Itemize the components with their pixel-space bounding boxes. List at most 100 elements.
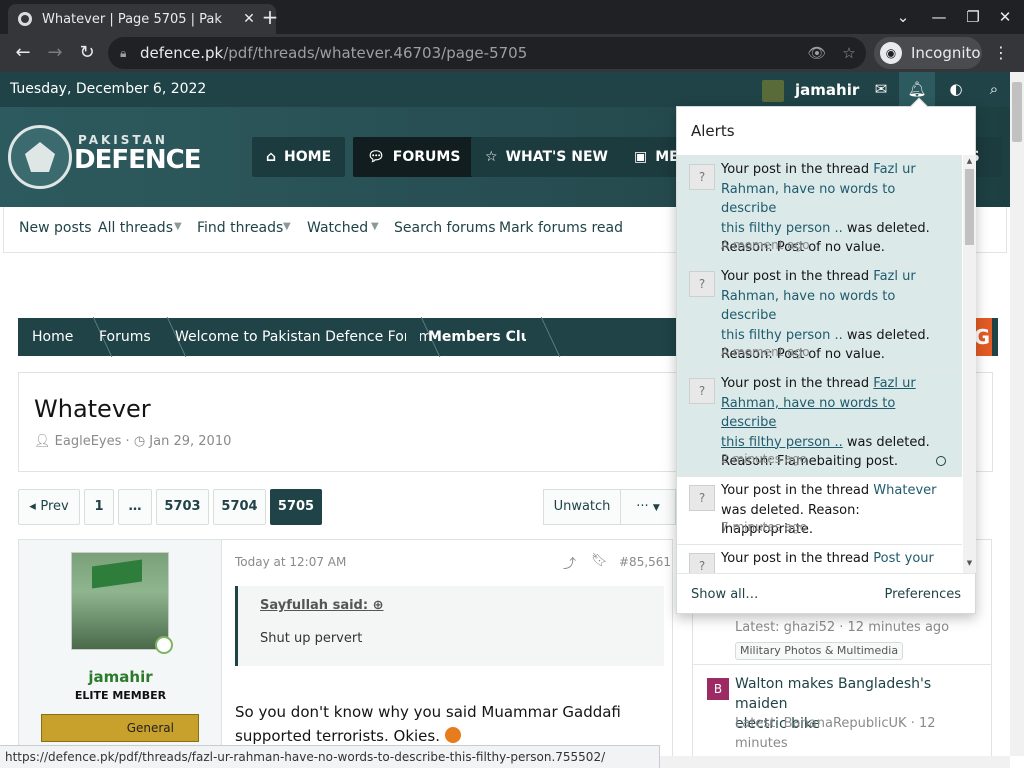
inbox-icon[interactable]: ✉ [863,72,899,107]
current-date: Tuesday, December 6, 2022 [10,81,207,97]
subnav-new-posts[interactable]: New posts [19,220,92,236]
breadcrumb-home[interactable]: Home [32,318,73,356]
alert-thread-link[interactable]: this filthy person .. [721,435,843,450]
share-icon[interactable]: ⤴ [563,553,576,572]
jump-to-quote-icon[interactable]: ⊕ [373,598,384,613]
alert-thread-link[interactable]: Fazl ur [873,376,915,391]
alert-item[interactable]: ? Your post in the thread Fazl ur Rahman… [677,370,962,477]
unwatch-button[interactable]: Unwatch [543,489,621,525]
alert-thread-link[interactable]: this filthy person .. [721,328,843,343]
top-strip: Tuesday, December 6, 2022 jamahir ✉ 🔔︎ ◐… [0,72,1010,107]
quote-block: Sayfullah said: ⊕ Shut up pervert [235,586,664,666]
new-tab-icon[interactable]: + [256,4,284,30]
tab-search-icon[interactable]: ⌄ [886,0,920,34]
alert-thread-link[interactable]: this filthy person .. [721,221,843,236]
alert-item[interactable]: ? Your post in the thread Fazl ur Rahman… [677,156,962,263]
alert-preferences-link[interactable]: Preferences [885,587,961,602]
alert-thread-link[interactable]: Post your [873,551,934,566]
chevron-down-icon[interactable]: ▼ [283,221,291,232]
address-bar[interactable]: 🔒︎ defence.pk /pdf/threads/whatever.4670… [108,37,866,69]
tracking-blocked-icon[interactable]: 👁︎ [802,37,832,69]
scroll-up-icon[interactable]: ▲ [963,157,976,165]
bookmark-icon[interactable]: 🔖︎ [591,553,608,568]
thread-author[interactable]: EagleEyes [55,434,122,449]
style-toggle-icon[interactable]: ◐ [938,72,974,107]
latest-thread-latest[interactable]: Latest: ghazi52 · 12 minutes ago [735,618,980,638]
post-time[interactable]: Today at 12:07 AM [235,555,346,569]
subnav-watched[interactable]: Watched [307,220,368,236]
nav-media[interactable]: ▣ ME [620,137,680,177]
reload-icon[interactable]: ↻ [72,38,102,68]
post-username[interactable]: jamahir [19,668,222,686]
horizontal-scrollbar[interactable] [660,756,1010,768]
breadcrumb-separator [406,318,420,356]
nav-whats-new[interactable]: ☆ WHAT'S NEW [471,137,622,177]
alert-time: A moment ago [721,238,810,252]
thread-tools-button[interactable]: ··· ▼ [620,489,676,525]
chat-icon: 💬︎ [367,149,385,165]
subnav-find-threads[interactable]: Find threads [197,220,283,236]
post-avatar[interactable] [71,552,169,650]
quote-author[interactable]: Sayfullah said: ⊕ [260,598,384,613]
thread-date[interactable]: Jan 29, 2010 [149,434,231,449]
forum-tag[interactable]: Military Photos & Multimedia [735,642,904,660]
user-rank: ELITE MEMBER [74,689,167,702]
alerts-scrollbar-thumb[interactable] [965,169,974,245]
page-5703-button[interactable]: 5703 [156,489,209,525]
page-5705-button[interactable]: 5705 [270,489,322,525]
alert-thread-link[interactable]: Fazl ur [873,162,915,177]
emoji-icon [444,727,461,743]
nav-home[interactable]: ⌂ HOME [252,137,346,177]
alert-thread-link[interactable]: Whatever [873,483,936,498]
account-username[interactable]: jamahir [795,81,859,99]
subnav-search-forums[interactable]: Search forums [394,220,496,236]
star-icon: ☆ [485,149,498,165]
incognito-indicator[interactable]: ◉ Incognito [874,37,982,69]
post-number[interactable]: #85,561 [619,555,671,569]
chevron-left-icon: ◂ [29,499,36,514]
restore-icon[interactable]: ❐ [956,0,990,34]
page-5704-button[interactable]: 5704 [213,489,266,525]
thread-meta: 👤︎ EagleEyes · ◷ Jan 29, 2010 [34,434,231,449]
close-window-icon[interactable]: ✕ [988,0,1022,34]
alerts-scrollbar[interactable]: ▲ ▼ [963,155,976,573]
subnav-mark-read[interactable]: Mark forums read [499,220,623,236]
user-icon: 👤︎ [34,434,51,449]
page-1-button[interactable]: 1 [84,489,114,525]
breadcrumb-welcome[interactable]: Welcome to Pakistan Defence Forum [175,318,432,356]
thread-avatar[interactable]: B [707,678,729,700]
browser-tab[interactable]: Whatever | Page 5705 | Pak [8,4,276,34]
image-icon: ▣ [634,149,648,165]
mark-read-icon[interactable] [936,456,946,466]
chevron-down-icon[interactable]: ▼ [371,221,379,232]
subnav-all-threads[interactable]: All threads [98,220,173,236]
alert-thread-link[interactable]: Fazl ur [873,269,915,284]
quote-author-label: Sayfullah said: [260,598,369,613]
alert-pre: Your post in the thread [721,162,874,177]
show-all-alerts-link[interactable]: Show all… [691,587,758,602]
user-avatar[interactable] [762,80,784,102]
scrollbar-thumb[interactable] [1012,82,1022,142]
alert-item[interactable]: ? Your post in the thread Post your [677,545,962,573]
scroll-down-icon[interactable]: ▼ [963,559,976,567]
page-scrollbar[interactable] [1010,72,1024,756]
quote-text: Shut up pervert [260,631,363,646]
alert-thread-link[interactable]: Rahman, have no words to describe [721,396,895,431]
alert-thread-link[interactable]: Rahman, have no words to describe [721,182,895,217]
alert-item[interactable]: ? Your post in the thread Fazl ur Rahman… [677,263,962,370]
forward-icon[interactable]: → [40,38,70,68]
alert-thread-link[interactable]: Rahman, have no words to describe [721,289,895,324]
search-icon[interactable]: ⌕ [976,72,1012,107]
nav-forums[interactable]: 💬︎ FORUMS [353,137,475,177]
site-logo[interactable]: PAKISTAN DEFENCE [8,123,201,193]
nav-forums-label: FORUMS [392,149,461,165]
back-icon[interactable]: ← [8,38,38,68]
bookmark-star-icon[interactable]: ☆ [834,37,864,69]
url-host: defence.pk [140,44,224,62]
alert-item[interactable]: ? Your post in the thread Whatever was d… [677,477,962,545]
minimize-icon[interactable]: — [922,0,956,34]
page-ellipsis-button[interactable]: … [118,489,152,525]
prev-page-button[interactable]: ◂ Prev [18,489,80,525]
browser-menu-icon[interactable]: ⋮ [986,37,1016,69]
chevron-down-icon[interactable]: ▼ [174,221,182,232]
